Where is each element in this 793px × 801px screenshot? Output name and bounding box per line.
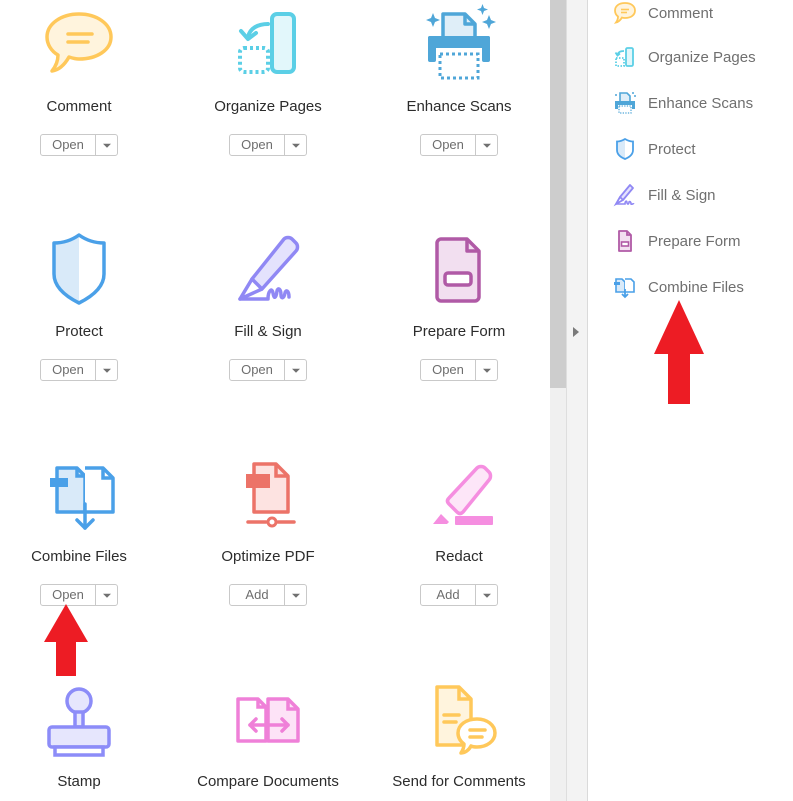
add-button[interactable]: Add — [421, 585, 476, 605]
chevron-down-icon[interactable] — [285, 360, 306, 380]
right-tools-panel: Comment Organize Pages Enhance Scans Pro… — [588, 0, 793, 801]
comment-icon[interactable] — [39, 4, 119, 84]
tool-action-group: Open — [40, 134, 118, 156]
enhance-scans-icon — [612, 90, 638, 116]
tool-name: Combine Files — [31, 548, 127, 565]
tools-scrollbar[interactable] — [550, 0, 567, 801]
annotation-arrow-up-icon — [654, 300, 704, 404]
chevron-right-icon[interactable] — [573, 327, 579, 337]
right-panel-item-label: Organize Pages — [648, 48, 756, 66]
tool-action-group: Open — [229, 359, 307, 381]
chevron-down-icon[interactable] — [96, 135, 117, 155]
organize-pages-icon[interactable] — [228, 4, 308, 84]
annotation-arrow-up-icon — [44, 604, 88, 676]
tool-name: Comment — [46, 98, 112, 115]
shield-icon[interactable] — [39, 229, 119, 309]
tool-name: Organize Pages — [214, 98, 322, 115]
open-button[interactable]: Open — [41, 360, 96, 380]
tool-name: Enhance Scans — [406, 98, 512, 115]
tool-name: Prepare Form — [412, 323, 506, 340]
tool-name: Send for Comments — [392, 773, 526, 790]
redact-marker-icon[interactable] — [419, 454, 499, 534]
open-button[interactable]: Open — [230, 360, 285, 380]
open-button[interactable]: Open — [41, 585, 96, 605]
chevron-down-icon[interactable] — [476, 135, 497, 155]
right-panel-item-label: Protect — [648, 140, 696, 158]
comment-icon — [612, 0, 638, 26]
stamp-icon[interactable] — [39, 679, 119, 759]
tools-grid: Comment Open Organize Pages Open Enhance… — [0, 0, 550, 801]
right-panel-item-organize-pages[interactable]: Organize Pages — [612, 44, 756, 70]
tool-name: Stamp — [57, 773, 101, 790]
panel-collapse-strip — [567, 0, 588, 801]
enhance-scans-icon[interactable] — [419, 4, 499, 84]
tool-action-group: Add — [229, 584, 307, 606]
form-icon[interactable] — [419, 229, 499, 309]
tool-action-group: Open — [40, 584, 118, 606]
right-panel-item-label: Comment — [648, 4, 714, 22]
tool-name: Optimize PDF — [221, 548, 315, 565]
open-button[interactable]: Open — [41, 135, 96, 155]
right-panel-item-protect[interactable]: Protect — [612, 136, 696, 162]
send-for-comments-icon[interactable] — [419, 679, 499, 759]
shield-icon — [612, 136, 638, 162]
chevron-down-icon[interactable] — [96, 360, 117, 380]
pen-sign-icon[interactable] — [228, 229, 308, 309]
tool-name: Compare Documents — [197, 773, 339, 790]
chevron-down-icon[interactable] — [476, 360, 497, 380]
chevron-down-icon[interactable] — [96, 585, 117, 605]
chevron-down-icon[interactable] — [285, 135, 306, 155]
add-button[interactable]: Add — [230, 585, 285, 605]
chevron-down-icon[interactable] — [476, 585, 497, 605]
tool-name: Redact — [435, 548, 483, 565]
open-button[interactable]: Open — [230, 135, 285, 155]
right-panel-item-label: Enhance Scans — [648, 94, 754, 112]
compare-documents-icon[interactable] — [228, 679, 308, 759]
combine-files-icon — [612, 274, 638, 300]
tool-action-group: Add — [420, 584, 498, 606]
chevron-down-icon[interactable] — [285, 585, 306, 605]
open-button[interactable]: Open — [421, 360, 476, 380]
right-panel-item-fill-sign[interactable]: Fill & Sign — [612, 182, 716, 208]
right-panel-item-label: Fill & Sign — [648, 186, 716, 204]
combine-files-icon[interactable] — [39, 454, 119, 534]
form-icon — [612, 228, 638, 254]
tool-action-group: Open — [420, 134, 498, 156]
open-button[interactable]: Open — [421, 135, 476, 155]
scrollbar-thumb[interactable] — [550, 0, 566, 388]
pen-sign-icon — [612, 182, 638, 208]
organize-pages-icon — [612, 44, 638, 70]
tool-name: Protect — [55, 323, 103, 340]
right-panel-item-label: Combine Files — [648, 278, 744, 296]
tool-action-group: Open — [229, 134, 307, 156]
optimize-pdf-icon[interactable] — [228, 454, 308, 534]
right-panel-item-prepare-form[interactable]: Prepare Form — [612, 228, 741, 254]
tool-action-group: Open — [40, 359, 118, 381]
right-panel-item-enhance-scans[interactable]: Enhance Scans — [612, 90, 753, 116]
right-panel-item-label: Prepare Form — [648, 232, 741, 250]
right-panel-item-comment[interactable]: Comment — [612, 0, 713, 26]
tool-action-group: Open — [420, 359, 498, 381]
tool-name: Fill & Sign — [234, 323, 302, 340]
right-panel-item-combine-files[interactable]: Combine Files — [612, 274, 744, 300]
